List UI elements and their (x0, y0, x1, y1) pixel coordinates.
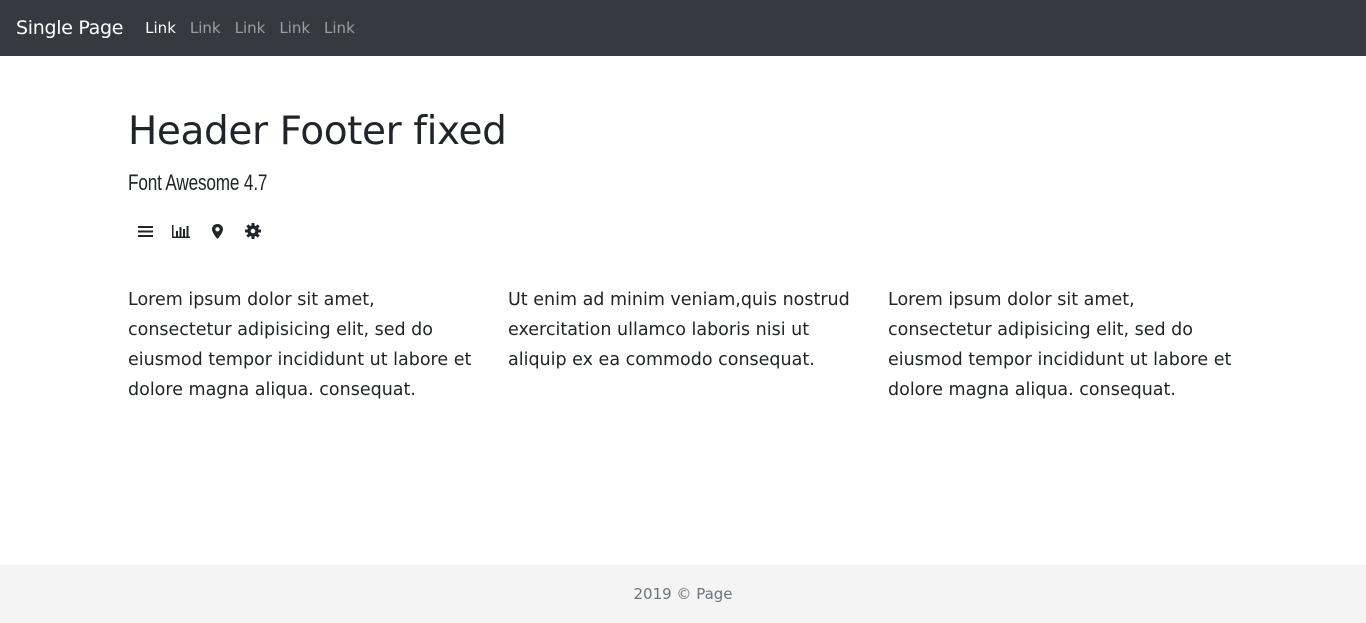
cog-icon[interactable] (244, 222, 262, 240)
page-footer: 2019 © Page (0, 565, 1366, 623)
icon-row (136, 222, 280, 240)
bar-chart-icon-svg (172, 225, 190, 238)
bars-icon-svg (137, 225, 153, 237)
nav-link-4[interactable]: Link (279, 19, 310, 37)
nav-link-5[interactable]: Link (324, 19, 355, 37)
text-columns: Lorem ipsum dolor sit amet, consectetur … (128, 285, 1238, 405)
text-column-2: Ut enim ad minim veniam,quis nostrud exe… (508, 290, 850, 370)
map-marker-icon-svg (211, 223, 223, 239)
top-navbar: Single Page Link Link Link Link Link (0, 0, 1366, 56)
footer-text: 2019 © Page (633, 585, 733, 603)
page-title: Header Footer fixed (128, 109, 507, 154)
map-marker-icon[interactable] (208, 222, 226, 240)
page-subtitle: Font Awesome 4.7 (128, 170, 268, 195)
nav-link-2[interactable]: Link (190, 19, 221, 37)
bars-icon[interactable] (136, 222, 154, 240)
nav-link-3[interactable]: Link (235, 19, 266, 37)
nav-link-1[interactable]: Link (145, 19, 176, 37)
text-column-1: Lorem ipsum dolor sit amet, consectetur … (128, 290, 472, 400)
nav-links: Link Link Link Link Link (145, 19, 369, 37)
cog-icon-svg (245, 223, 261, 239)
text-column-3: Lorem ipsum dolor sit amet, consectetur … (888, 290, 1232, 400)
navbar-brand[interactable]: Single Page (16, 18, 123, 38)
bar-chart-icon[interactable] (172, 222, 190, 240)
